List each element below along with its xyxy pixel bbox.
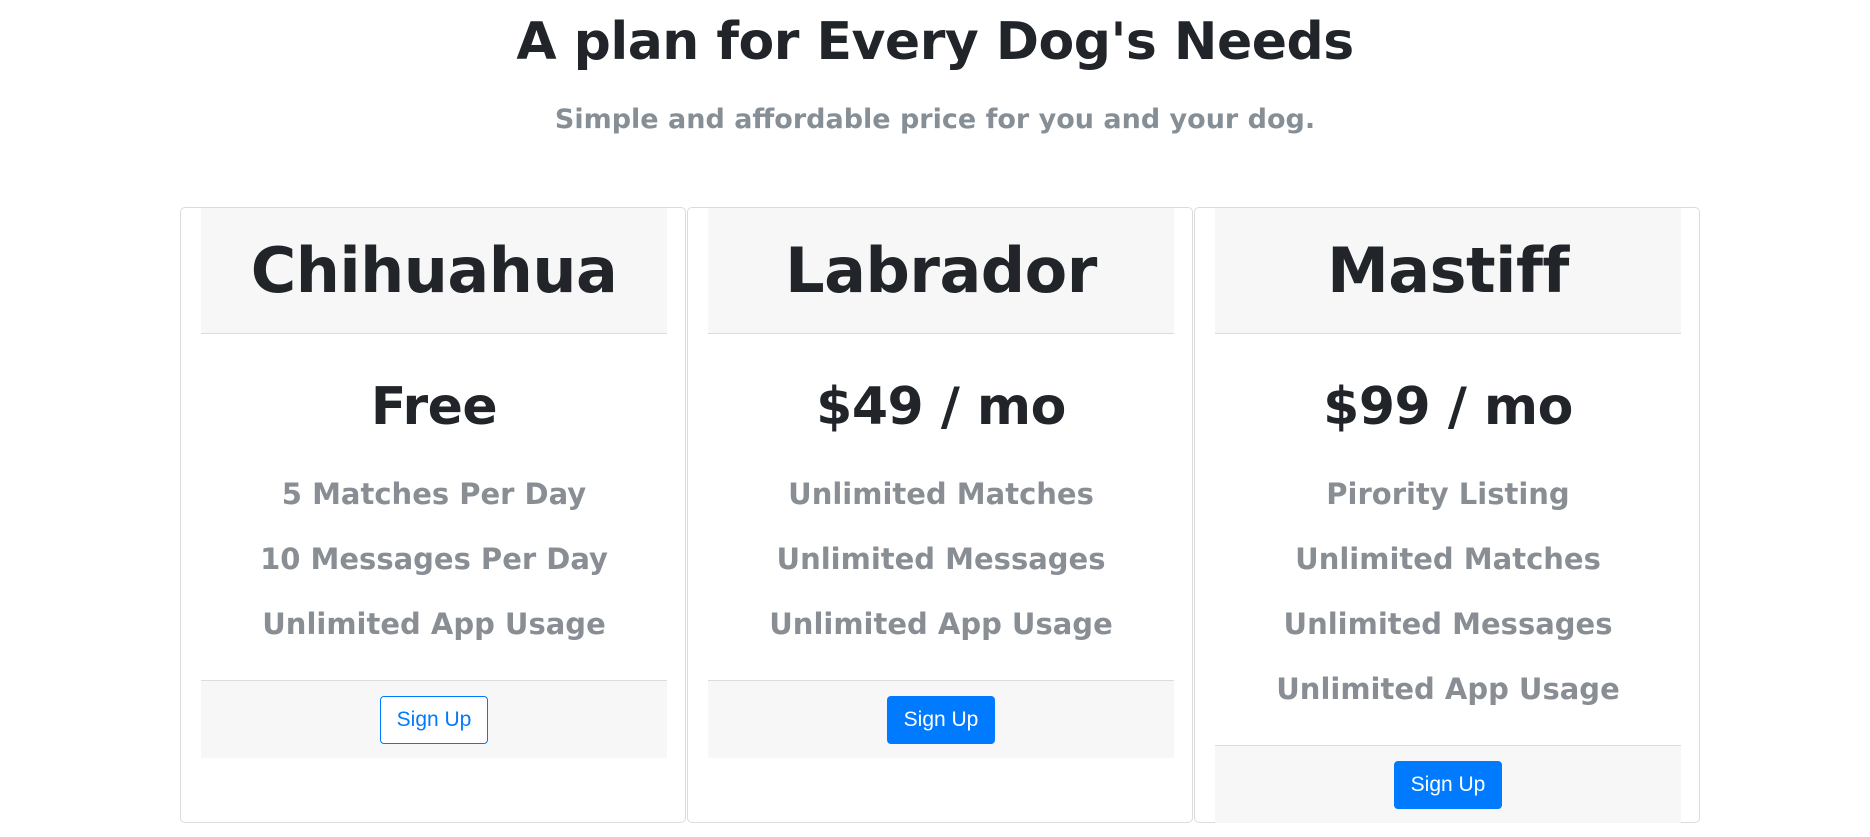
feature-item: Unlimited Matches — [788, 477, 1094, 511]
feature-item: 10 Messages Per Day — [260, 542, 608, 576]
feature-item: Unlimited Messages — [1283, 607, 1613, 641]
feature-item: Unlimited App Usage — [1276, 672, 1620, 706]
pricing-card-labrador: Labrador $49 / mo Unlimited Matches Unli… — [687, 207, 1193, 823]
feature-list: Pirority Listing Unlimited Matches Unlim… — [1215, 462, 1681, 722]
feature-list: 5 Matches Per Day 10 Messages Per Day Un… — [201, 462, 667, 657]
card-header: Chihuahua — [201, 208, 667, 334]
feature-list: Unlimited Matches Unlimited Messages Unl… — [708, 462, 1174, 657]
plan-name: Mastiff — [1327, 234, 1569, 307]
sign-up-button-labrador[interactable]: Sign Up — [886, 696, 996, 744]
plan-price: $49 / mo — [816, 377, 1066, 437]
card-footer: Sign Up — [201, 680, 667, 758]
feature-item: Unlimited App Usage — [262, 607, 606, 641]
card-footer: Sign Up — [1215, 745, 1681, 823]
feature-item: Unlimited App Usage — [769, 607, 1113, 641]
card-header: Labrador — [708, 208, 1174, 334]
sign-up-button-chihuahua[interactable]: Sign Up — [379, 696, 489, 744]
plan-name: Labrador — [785, 234, 1097, 307]
plan-price: Free — [370, 377, 498, 437]
card-header: Mastiff — [1215, 208, 1681, 334]
feature-item: Pirority Listing — [1326, 477, 1570, 511]
pricing-card-deck: Chihuahua Free 5 Matches Per Day 10 Mess… — [180, 207, 1700, 825]
plan-name: Chihuahua — [250, 234, 618, 307]
page-title: A plan for Every Dog's Needs — [516, 12, 1354, 72]
sign-up-button-mastiff[interactable]: Sign Up — [1393, 761, 1503, 809]
pricing-card-mastiff: Mastiff $99 / mo Pirority Listing Unlimi… — [1194, 207, 1700, 823]
feature-item: Unlimited Matches — [1295, 542, 1601, 576]
feature-item: 5 Matches Per Day — [281, 477, 587, 511]
card-footer: Sign Up — [708, 680, 1174, 758]
page-subtitle: Simple and affordable price for you and … — [554, 104, 1316, 135]
feature-item: Unlimited Messages — [776, 542, 1106, 576]
pricing-card-chihuahua: Chihuahua Free 5 Matches Per Day 10 Mess… — [180, 207, 686, 823]
plan-price: $99 / mo — [1323, 377, 1573, 437]
